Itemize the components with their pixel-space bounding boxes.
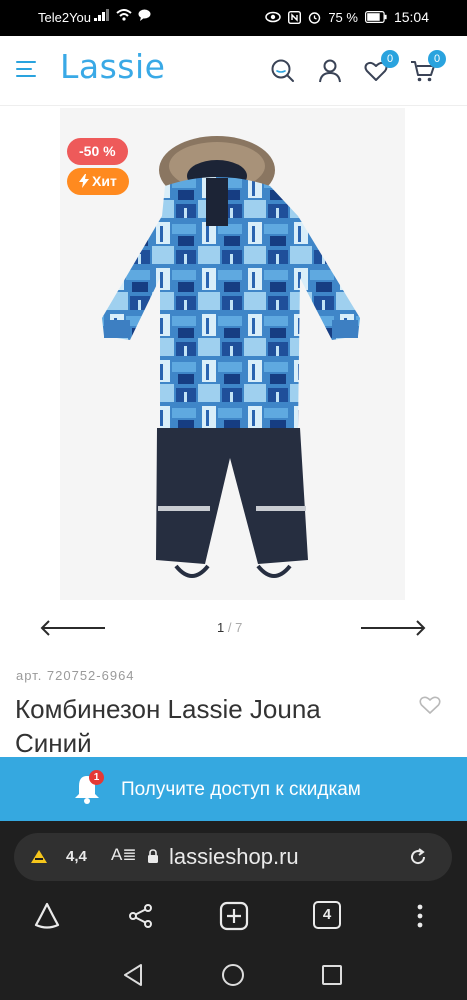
cart-button[interactable]: 0	[410, 50, 446, 84]
wifi-icon	[116, 9, 132, 21]
lightning-icon	[79, 174, 89, 188]
site-header: Lassie 0 0	[0, 36, 467, 106]
hit-badge: Хит	[67, 168, 129, 195]
pager-separator: /	[227, 620, 232, 635]
prev-image-arrow-icon[interactable]	[40, 618, 106, 638]
user-icon[interactable]	[317, 58, 343, 84]
message-icon	[138, 9, 151, 21]
home-icon[interactable]	[222, 964, 244, 986]
status-bar: Tele2You 75 % 15:04	[0, 0, 467, 36]
product-title: Комбинезон Lassie Jouna Синий	[15, 694, 321, 758]
url-text[interactable]: lassieshop.ru	[169, 844, 299, 870]
product-sku: арт. 720752-6964	[16, 668, 135, 683]
back-icon[interactable]	[124, 964, 142, 986]
add-to-favorites-heart-icon[interactable]	[418, 693, 442, 717]
browser-toolbar: 4	[0, 893, 467, 939]
wishlist-count-badge: 0	[381, 50, 399, 68]
new-tab-icon[interactable]	[219, 901, 249, 931]
site-logo[interactable]: Lassie	[60, 47, 165, 86]
alarm-icon	[309, 11, 321, 24]
eye-icon	[265, 11, 282, 23]
lock-icon	[148, 849, 158, 863]
nfc-icon	[288, 10, 302, 24]
system-navigation-bar	[124, 964, 342, 986]
search-icon[interactable]	[270, 58, 296, 84]
wishlist-button[interactable]: 0	[363, 50, 399, 84]
share-icon[interactable]	[126, 901, 156, 931]
battery-icon	[364, 11, 387, 23]
hit-badge-label: Хит	[92, 173, 117, 189]
yandex-rating-icon	[31, 850, 47, 863]
browser-chrome: 4,4 A≣ lassieshop.ru 4	[0, 821, 467, 1000]
address-bar[interactable]: 4,4 A≣ lassieshop.ru	[14, 833, 452, 881]
reload-icon[interactable]	[408, 847, 428, 867]
recents-icon[interactable]	[322, 965, 342, 985]
promo-text: Получите доступ к скидкам	[121, 779, 361, 800]
browser-home-icon[interactable]	[32, 901, 62, 931]
more-menu-icon[interactable]	[405, 901, 435, 931]
pager-total: 7	[235, 620, 243, 635]
clock: 15:04	[393, 9, 429, 25]
notification-count-badge: 1	[89, 770, 104, 785]
carrier-name: Tele2You	[38, 10, 92, 25]
pager-current: 1	[217, 620, 225, 635]
tabs-count-button[interactable]: 4	[313, 901, 341, 929]
cart-count-badge: 0	[428, 50, 446, 68]
discount-promo-banner[interactable]: 1 Получите доступ к скидкам	[0, 757, 467, 821]
site-rating: 4,4	[66, 848, 87, 865]
image-pager: 1 / 7	[217, 620, 242, 635]
signal-icon	[94, 9, 109, 21]
menu-icon[interactable]	[16, 61, 36, 77]
next-image-arrow-icon[interactable]	[360, 618, 426, 638]
reader-mode-icon[interactable]: A≣	[111, 845, 137, 865]
sale-badge: -50 %	[67, 138, 128, 165]
battery-percent: 75 %	[328, 9, 358, 25]
